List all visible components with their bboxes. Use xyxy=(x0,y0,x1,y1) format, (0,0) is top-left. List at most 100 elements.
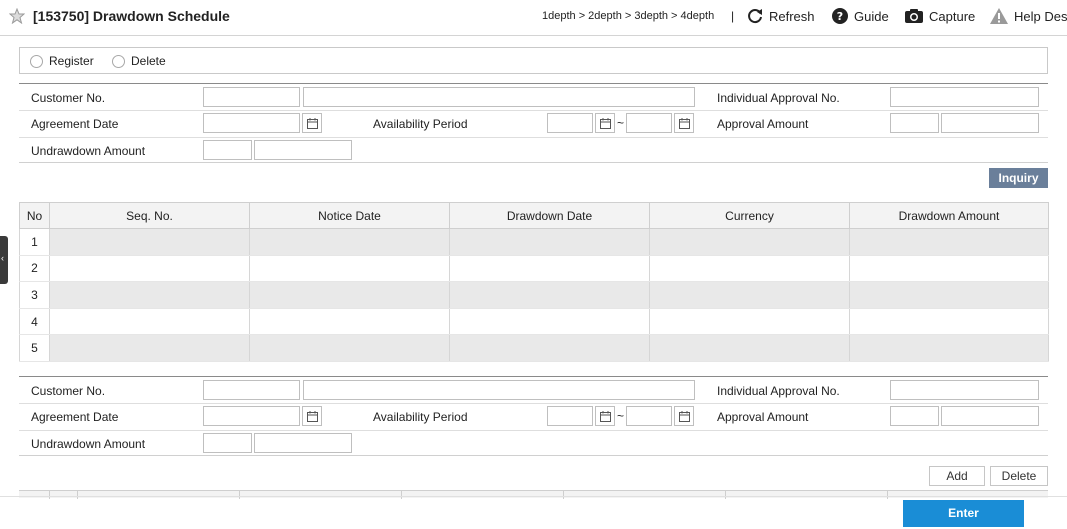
inquiry-button[interactable]: Inquiry xyxy=(989,168,1048,188)
refresh-label: Refresh xyxy=(769,8,815,24)
delete-radio[interactable]: Delete xyxy=(112,54,166,68)
undrawdown-currency-input[interactable] xyxy=(203,433,252,453)
approval-currency-input[interactable] xyxy=(890,113,939,133)
column-header-no[interactable]: No xyxy=(19,202,50,229)
register-radio[interactable]: Register xyxy=(30,54,94,68)
calendar-icon[interactable] xyxy=(302,406,322,426)
approval-amount-input[interactable] xyxy=(941,113,1039,133)
undrawdown-currency-input[interactable] xyxy=(203,140,252,160)
agreement-date-label: Agreement Date xyxy=(31,410,119,424)
availability-period-label: Availability Period xyxy=(373,410,468,424)
availability-end-input[interactable] xyxy=(626,406,672,426)
table-cell[interactable] xyxy=(649,308,850,336)
table-row[interactable]: 5 xyxy=(19,334,1049,362)
range-tilde: ~ xyxy=(617,116,625,130)
table-cell[interactable] xyxy=(849,281,1049,309)
column-header-notice-date[interactable]: Notice Date xyxy=(249,202,450,229)
table-cell[interactable] xyxy=(249,255,450,283)
table-cell[interactable] xyxy=(649,334,850,362)
table-cell[interactable] xyxy=(49,281,250,309)
radio-circle-icon[interactable] xyxy=(112,54,125,68)
column-header-drawdown-date[interactable]: Drawdown Date xyxy=(449,202,650,229)
table-cell[interactable] xyxy=(49,255,250,283)
row-number: 5 xyxy=(19,334,50,362)
warning-icon xyxy=(990,8,1008,24)
table-cell[interactable] xyxy=(649,281,850,309)
delete-radio-label: Delete xyxy=(131,54,166,68)
table-cell[interactable] xyxy=(49,334,250,362)
delete-button[interactable]: Delete xyxy=(990,466,1048,486)
table-cell[interactable] xyxy=(849,255,1049,283)
calendar-icon[interactable] xyxy=(674,406,694,426)
table-cell[interactable] xyxy=(649,255,850,283)
agreement-date-input[interactable] xyxy=(203,406,300,426)
table-row[interactable]: 3 xyxy=(19,281,1049,309)
table-cell[interactable] xyxy=(649,228,850,256)
undrawdown-amount-input[interactable] xyxy=(254,433,352,453)
capture-button[interactable]: Capture xyxy=(904,7,975,25)
table-cell[interactable] xyxy=(249,308,450,336)
capture-label: Capture xyxy=(929,8,976,24)
table-cell[interactable] xyxy=(449,334,650,362)
table-cell[interactable] xyxy=(249,228,450,256)
customer-no-input[interactable] xyxy=(203,380,300,400)
calendar-icon[interactable] xyxy=(674,113,694,133)
breadcrumb: 1depth > 2depth > 3depth > 4depth xyxy=(542,10,715,22)
calendar-icon[interactable] xyxy=(595,113,615,133)
search-form: Customer No. Individual Approval No. Agr… xyxy=(19,83,1048,163)
action-mode-bar: Register Delete xyxy=(19,47,1048,74)
table-cell[interactable] xyxy=(849,334,1049,362)
column-header-seq-no[interactable]: Seq. No. xyxy=(49,202,250,229)
radio-circle-icon[interactable] xyxy=(30,54,43,68)
approval-currency-input[interactable] xyxy=(890,406,939,426)
enter-button[interactable]: Enter xyxy=(903,500,1024,527)
page-header: [153750] Drawdown Schedule 1depth > 2dep… xyxy=(0,0,1067,36)
table-cell[interactable] xyxy=(249,334,450,362)
customer-name-input[interactable] xyxy=(303,380,695,400)
drawdown-grid: No Seq. No. Notice Date Drawdown Date Cu… xyxy=(19,202,1049,362)
toolbar-separator: | xyxy=(731,9,735,23)
individual-approval-no-input[interactable] xyxy=(890,380,1039,400)
table-cell[interactable] xyxy=(249,281,450,309)
table-row[interactable]: 1 xyxy=(19,228,1049,256)
availability-period-label: Availability Period xyxy=(373,117,468,131)
row-divider xyxy=(19,430,1048,431)
approval-amount-input[interactable] xyxy=(941,406,1039,426)
individual-approval-no-input[interactable] xyxy=(890,87,1039,107)
table-cell[interactable] xyxy=(449,308,650,336)
customer-name-input[interactable] xyxy=(303,87,695,107)
table-row[interactable]: 2 xyxy=(19,255,1049,283)
undrawdown-amount-label: Undrawdown Amount xyxy=(31,144,146,158)
availability-start-input[interactable] xyxy=(547,113,593,133)
customer-no-input[interactable] xyxy=(203,87,300,107)
row-divider xyxy=(19,110,1048,111)
table-cell[interactable] xyxy=(49,228,250,256)
table-cell[interactable] xyxy=(849,228,1049,256)
calendar-icon[interactable] xyxy=(302,113,322,133)
table-cell[interactable] xyxy=(449,255,650,283)
row-number: 2 xyxy=(19,255,50,283)
availability-start-input[interactable] xyxy=(547,406,593,426)
table-cell[interactable] xyxy=(449,281,650,309)
favorite-star-icon[interactable] xyxy=(9,8,25,24)
table-row[interactable]: 4 xyxy=(19,308,1049,336)
guide-button[interactable]: ? Guide xyxy=(831,7,889,25)
table-cell[interactable] xyxy=(449,228,650,256)
detail-form: Customer No. Individual Approval No. Agr… xyxy=(19,376,1048,456)
agreement-date-label: Agreement Date xyxy=(31,117,119,131)
add-button[interactable]: Add xyxy=(929,466,985,486)
table-cell[interactable] xyxy=(849,308,1049,336)
column-header-drawdown-amount[interactable]: Drawdown Amount xyxy=(849,202,1049,229)
column-header-currency[interactable]: Currency xyxy=(649,202,850,229)
refresh-button[interactable]: Refresh xyxy=(746,7,815,25)
calendar-icon[interactable] xyxy=(595,406,615,426)
undrawdown-amount-input[interactable] xyxy=(254,140,352,160)
row-number: 4 xyxy=(19,308,50,336)
agreement-date-input[interactable] xyxy=(203,113,300,133)
side-panel-toggle[interactable]: ‹ xyxy=(0,236,8,284)
help-desk-button[interactable]: Help Des xyxy=(989,7,1067,25)
row-number: 3 xyxy=(19,281,50,309)
table-cell[interactable] xyxy=(49,308,250,336)
register-radio-label: Register xyxy=(49,54,94,68)
availability-end-input[interactable] xyxy=(626,113,672,133)
